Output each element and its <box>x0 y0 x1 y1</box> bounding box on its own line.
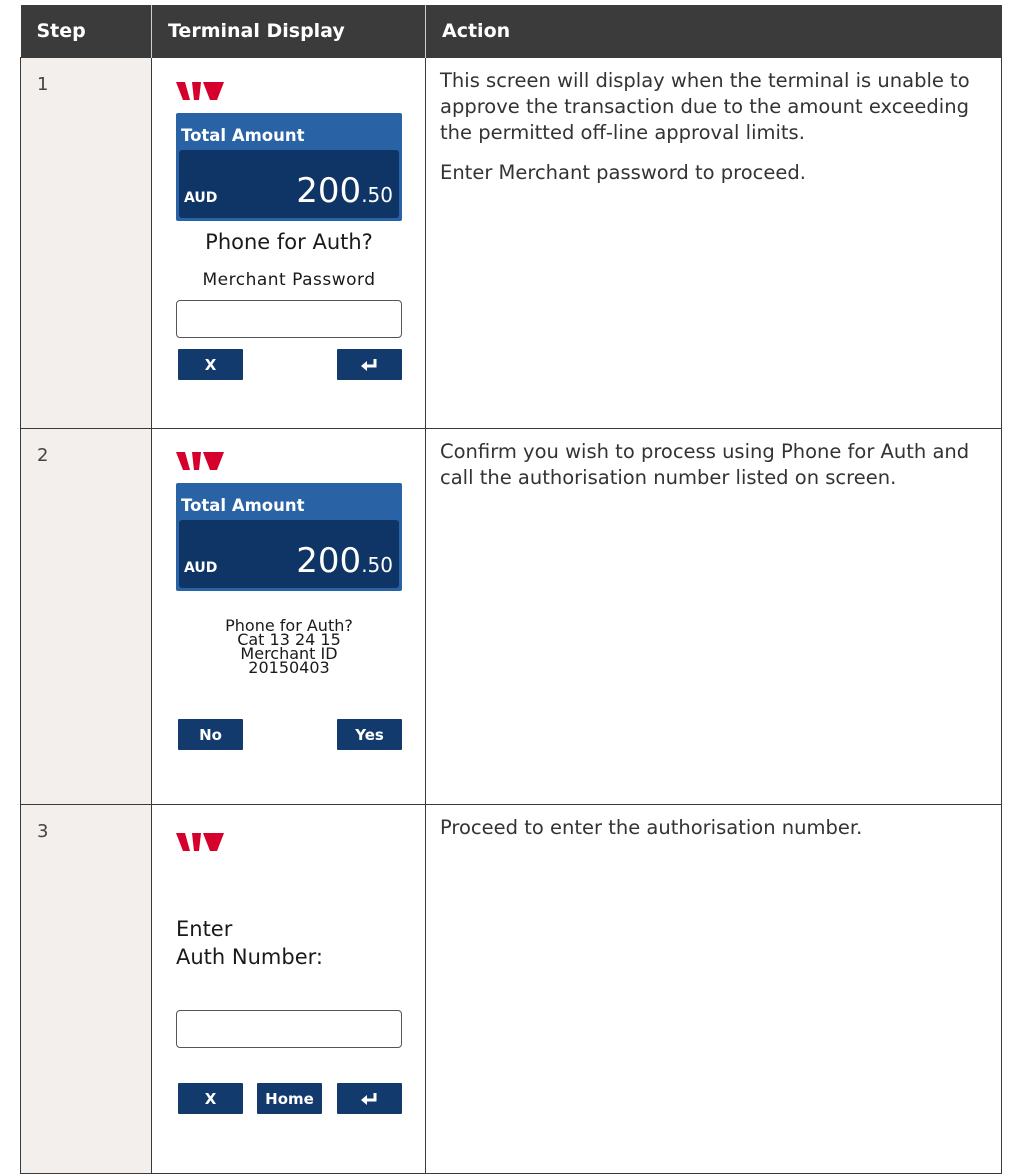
amount-value: 200.50 <box>296 174 393 212</box>
prompt-text: Phone for Auth? <box>205 230 373 254</box>
step-number: 2 <box>20 428 152 805</box>
table-row: 1 Total Amount AUD 200.50 Phone for Auth… <box>20 57 1002 429</box>
step-number: 3 <box>20 804 152 1174</box>
table-row: 3 Enter Auth Number: X Home Proceed to e… <box>20 804 1002 1174</box>
prompt-line: Auth Number: <box>176 945 323 969</box>
currency-label: AUD <box>184 560 218 576</box>
action-text: Confirm you wish to process using Phone … <box>440 440 970 489</box>
cancel-button[interactable]: X <box>178 1083 243 1114</box>
amount-display: AUD 200.50 <box>179 520 399 588</box>
westpac-logo-icon <box>176 452 224 470</box>
info-line: 20150403 <box>248 658 330 677</box>
field-label: Merchant Password <box>202 270 376 290</box>
amount-cents: .50 <box>361 183 393 207</box>
enter-button[interactable] <box>337 349 402 380</box>
amount-main: 200 <box>296 541 362 581</box>
terminal-display: Enter Auth Number: X Home <box>151 804 426 1174</box>
total-amount-label: Total Amount <box>181 496 305 515</box>
total-amount-panel: Total Amount AUD 200.50 <box>176 483 402 591</box>
steps-table: Step Terminal Display Action 1 Total Amo… <box>20 5 1002 1174</box>
prompt-line: Enter <box>176 917 233 941</box>
action-text: Proceed to enter the authorisation numbe… <box>440 816 863 839</box>
header-step: Step <box>20 5 152 58</box>
terminal-screen: Total Amount AUD 200.50 Phone for Auth? … <box>152 58 426 428</box>
auth-number-field[interactable] <box>176 1010 402 1048</box>
enter-arrow-icon <box>360 1092 376 1105</box>
action-cell: This screen will display when the termin… <box>425 57 1002 429</box>
table-row: 2 Total Amount AUD 200.50 Phone for Auth… <box>20 428 1002 805</box>
yes-button[interactable]: Yes <box>337 719 402 750</box>
amount-display: AUD 200.50 <box>179 150 399 218</box>
action-text: This screen will display when the termin… <box>440 69 970 144</box>
total-amount-panel: Total Amount AUD 200.50 <box>176 113 402 221</box>
terminal-display: Total Amount AUD 200.50 Phone for Auth? … <box>151 57 426 429</box>
westpac-logo-icon <box>176 82 224 100</box>
auth-info: Phone for Auth? Cat 13 24 15 Merchant ID… <box>176 618 402 677</box>
amount-cents: .50 <box>361 553 393 577</box>
header-action: Action <box>425 5 1002 58</box>
action-text: Enter Merchant password to proceed. <box>440 161 806 184</box>
westpac-logo-icon <box>176 833 224 851</box>
table-header-row: Step Terminal Display Action <box>20 5 1002 58</box>
no-button[interactable]: No <box>178 719 243 750</box>
enter-button[interactable] <box>337 1083 402 1114</box>
terminal-screen: Total Amount AUD 200.50 Phone for Auth? … <box>152 429 426 804</box>
action-cell: Confirm you wish to process using Phone … <box>425 428 1002 805</box>
terminal-screen: Enter Auth Number: X Home <box>152 805 426 1173</box>
currency-label: AUD <box>184 190 218 206</box>
home-button[interactable]: Home <box>257 1083 322 1114</box>
action-cell: Proceed to enter the authorisation numbe… <box>425 804 1002 1174</box>
amount-main: 200 <box>296 171 362 211</box>
cancel-button[interactable]: X <box>178 349 243 380</box>
terminal-display: Total Amount AUD 200.50 Phone for Auth? … <box>151 428 426 805</box>
page: Step Terminal Display Action 1 Total Amo… <box>0 0 1020 1174</box>
merchant-password-field[interactable] <box>176 300 402 338</box>
step-number: 1 <box>20 57 152 429</box>
total-amount-label: Total Amount <box>181 126 305 145</box>
header-terminal-display: Terminal Display <box>151 5 426 58</box>
amount-value: 200.50 <box>296 544 393 582</box>
enter-arrow-icon <box>360 358 376 371</box>
enter-auth-prompt: Enter Auth Number: <box>176 915 323 971</box>
